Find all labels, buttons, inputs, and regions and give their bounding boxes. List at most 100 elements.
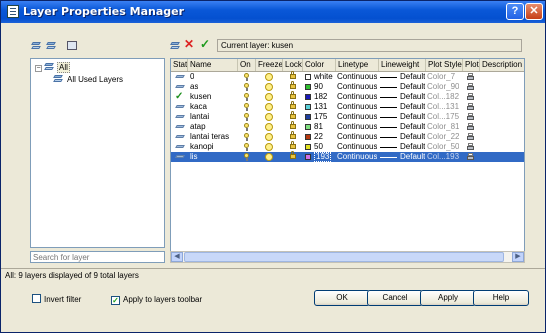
layer-linetype[interactable]: Continuous [337, 92, 377, 102]
layer-color-name[interactable]: 182 [314, 92, 327, 102]
help-title-button[interactable]: ? [506, 3, 524, 20]
layer-linetype[interactable]: Continuous [337, 142, 377, 152]
layer-lineweight[interactable]: Default [400, 152, 425, 162]
plot-printer-icon[interactable] [466, 133, 474, 141]
color-swatch[interactable] [305, 124, 311, 130]
invert-filter-checkbox[interactable]: Invert filter [32, 294, 81, 305]
column-header-name[interactable]: Name [188, 59, 238, 71]
horizontal-scrollbar[interactable]: ◀ ▶ [170, 251, 525, 263]
delete-layer-icon[interactable]: ✕ [184, 37, 194, 51]
search-layer-input[interactable] [30, 251, 165, 263]
column-header-linetype[interactable]: Linetype [336, 59, 379, 71]
layer-name[interactable]: as [190, 82, 198, 92]
layer-row[interactable]: as 90 Continuous Default Color_90 [171, 81, 524, 92]
column-header-plot-style[interactable]: Plot Style [426, 59, 463, 71]
layer-lineweight[interactable]: Default [400, 132, 425, 142]
color-swatch[interactable] [305, 134, 311, 140]
layer-row[interactable]: 0 white Continuous Default Color_7 [171, 71, 524, 82]
unlock-icon[interactable] [290, 121, 296, 129]
layer-color-name[interactable]: 193 [314, 152, 332, 162]
on-lightbulb-icon[interactable] [244, 143, 249, 151]
column-header-description[interactable]: Description [480, 59, 524, 71]
plot-printer-icon[interactable] [466, 73, 474, 81]
layer-name[interactable]: lantai [190, 112, 209, 122]
layer-linetype[interactable]: Continuous [337, 152, 377, 162]
color-swatch[interactable] [305, 74, 311, 80]
checkbox-checked-icon[interactable]: ✓ [111, 296, 120, 305]
layer-row[interactable]: kaca 131 Continuous Default Col...131 [171, 101, 524, 112]
layer-linetype[interactable]: Continuous [337, 72, 377, 82]
layer-color-name[interactable]: 90 [314, 82, 323, 92]
plot-printer-icon[interactable] [466, 123, 474, 131]
color-swatch[interactable] [305, 84, 311, 90]
color-swatch[interactable] [305, 94, 311, 100]
color-swatch[interactable] [305, 154, 311, 160]
freeze-sun-icon[interactable] [265, 153, 273, 161]
layer-lineweight[interactable]: Default [400, 142, 425, 152]
column-header-stat[interactable]: Stat [171, 59, 188, 71]
layer-linetype[interactable]: Continuous [337, 132, 377, 142]
freeze-sun-icon[interactable] [265, 133, 273, 141]
layer-states-manager-icon[interactable] [67, 39, 77, 53]
on-lightbulb-icon[interactable] [244, 113, 249, 121]
layer-lineweight[interactable]: Default [400, 92, 425, 102]
layer-name[interactable]: atap [190, 122, 206, 132]
layer-linetype[interactable]: Continuous [337, 102, 377, 112]
plot-printer-icon[interactable] [466, 103, 474, 111]
set-current-icon[interactable]: ✓ [200, 37, 210, 51]
layer-row[interactable]: ✓ kusen 182 Continuous Default Col...182 [171, 91, 524, 102]
column-header-lineweight[interactable]: Lineweight [379, 59, 426, 71]
plot-printer-icon[interactable] [466, 93, 474, 101]
freeze-sun-icon[interactable] [265, 103, 273, 111]
color-swatch[interactable] [305, 144, 311, 150]
column-header-plot[interactable]: Plot [463, 59, 480, 71]
plot-printer-icon[interactable] [466, 143, 474, 151]
layer-color-name[interactable]: 50 [314, 142, 323, 152]
layer-color-name[interactable]: 22 [314, 132, 323, 142]
layer-color-name[interactable]: 81 [314, 122, 323, 132]
apply-to-toolbar-checkbox[interactable]: ✓ Apply to layers toolbar [111, 294, 202, 305]
freeze-sun-icon[interactable] [265, 143, 273, 151]
apply-button[interactable]: Apply [420, 290, 476, 306]
layer-row[interactable]: lantai 175 Continuous Default Col...175 [171, 111, 524, 122]
layer-color-name[interactable]: 175 [314, 112, 327, 122]
layer-name[interactable]: lis [190, 152, 198, 162]
on-lightbulb-icon[interactable] [244, 83, 249, 91]
plot-printer-icon[interactable] [466, 153, 474, 161]
on-lightbulb-icon[interactable] [244, 73, 249, 81]
help-button[interactable]: Help [473, 290, 529, 306]
new-layer-icon[interactable] [170, 39, 181, 53]
scroll-left-icon[interactable]: ◀ [171, 252, 183, 262]
layer-lineweight[interactable]: Default [400, 72, 425, 82]
layer-linetype[interactable]: Continuous [337, 112, 377, 122]
freeze-sun-icon[interactable] [265, 113, 273, 121]
unlock-icon[interactable] [290, 141, 296, 149]
new-property-filter-icon[interactable] [31, 39, 42, 53]
column-header-color[interactable]: Color [303, 59, 336, 71]
plot-printer-icon[interactable] [466, 113, 474, 121]
layer-row[interactable]: lis 193 Continuous Default Col...193 [171, 151, 524, 162]
on-lightbulb-icon[interactable] [244, 153, 249, 161]
layer-color-name[interactable]: white [314, 72, 333, 82]
cancel-button[interactable]: Cancel [367, 290, 423, 306]
layer-lineweight[interactable]: Default [400, 112, 425, 122]
layer-lineweight[interactable]: Default [400, 82, 425, 92]
unlock-icon[interactable] [290, 131, 296, 139]
layer-row[interactable]: kanopi 50 Continuous Default Color_50 [171, 141, 524, 152]
layer-linetype[interactable]: Continuous [337, 122, 377, 132]
unlock-icon[interactable] [290, 151, 296, 159]
layer-linetype[interactable]: Continuous [337, 82, 377, 92]
layer-lineweight[interactable]: Default [400, 102, 425, 112]
on-lightbulb-icon[interactable] [244, 123, 249, 131]
new-group-filter-icon[interactable] [46, 39, 57, 53]
scroll-right-icon[interactable]: ▶ [512, 252, 524, 262]
layer-name[interactable]: kusen [190, 92, 211, 102]
freeze-sun-icon[interactable] [265, 83, 273, 91]
layer-row[interactable]: atap 81 Continuous Default Color_81 [171, 121, 524, 132]
layer-lineweight[interactable]: Default [400, 122, 425, 132]
color-swatch[interactable] [305, 104, 311, 110]
unlock-icon[interactable] [290, 101, 296, 109]
on-lightbulb-icon[interactable] [244, 103, 249, 111]
close-button[interactable]: ✕ [525, 3, 543, 20]
ok-button[interactable]: OK [314, 290, 370, 306]
